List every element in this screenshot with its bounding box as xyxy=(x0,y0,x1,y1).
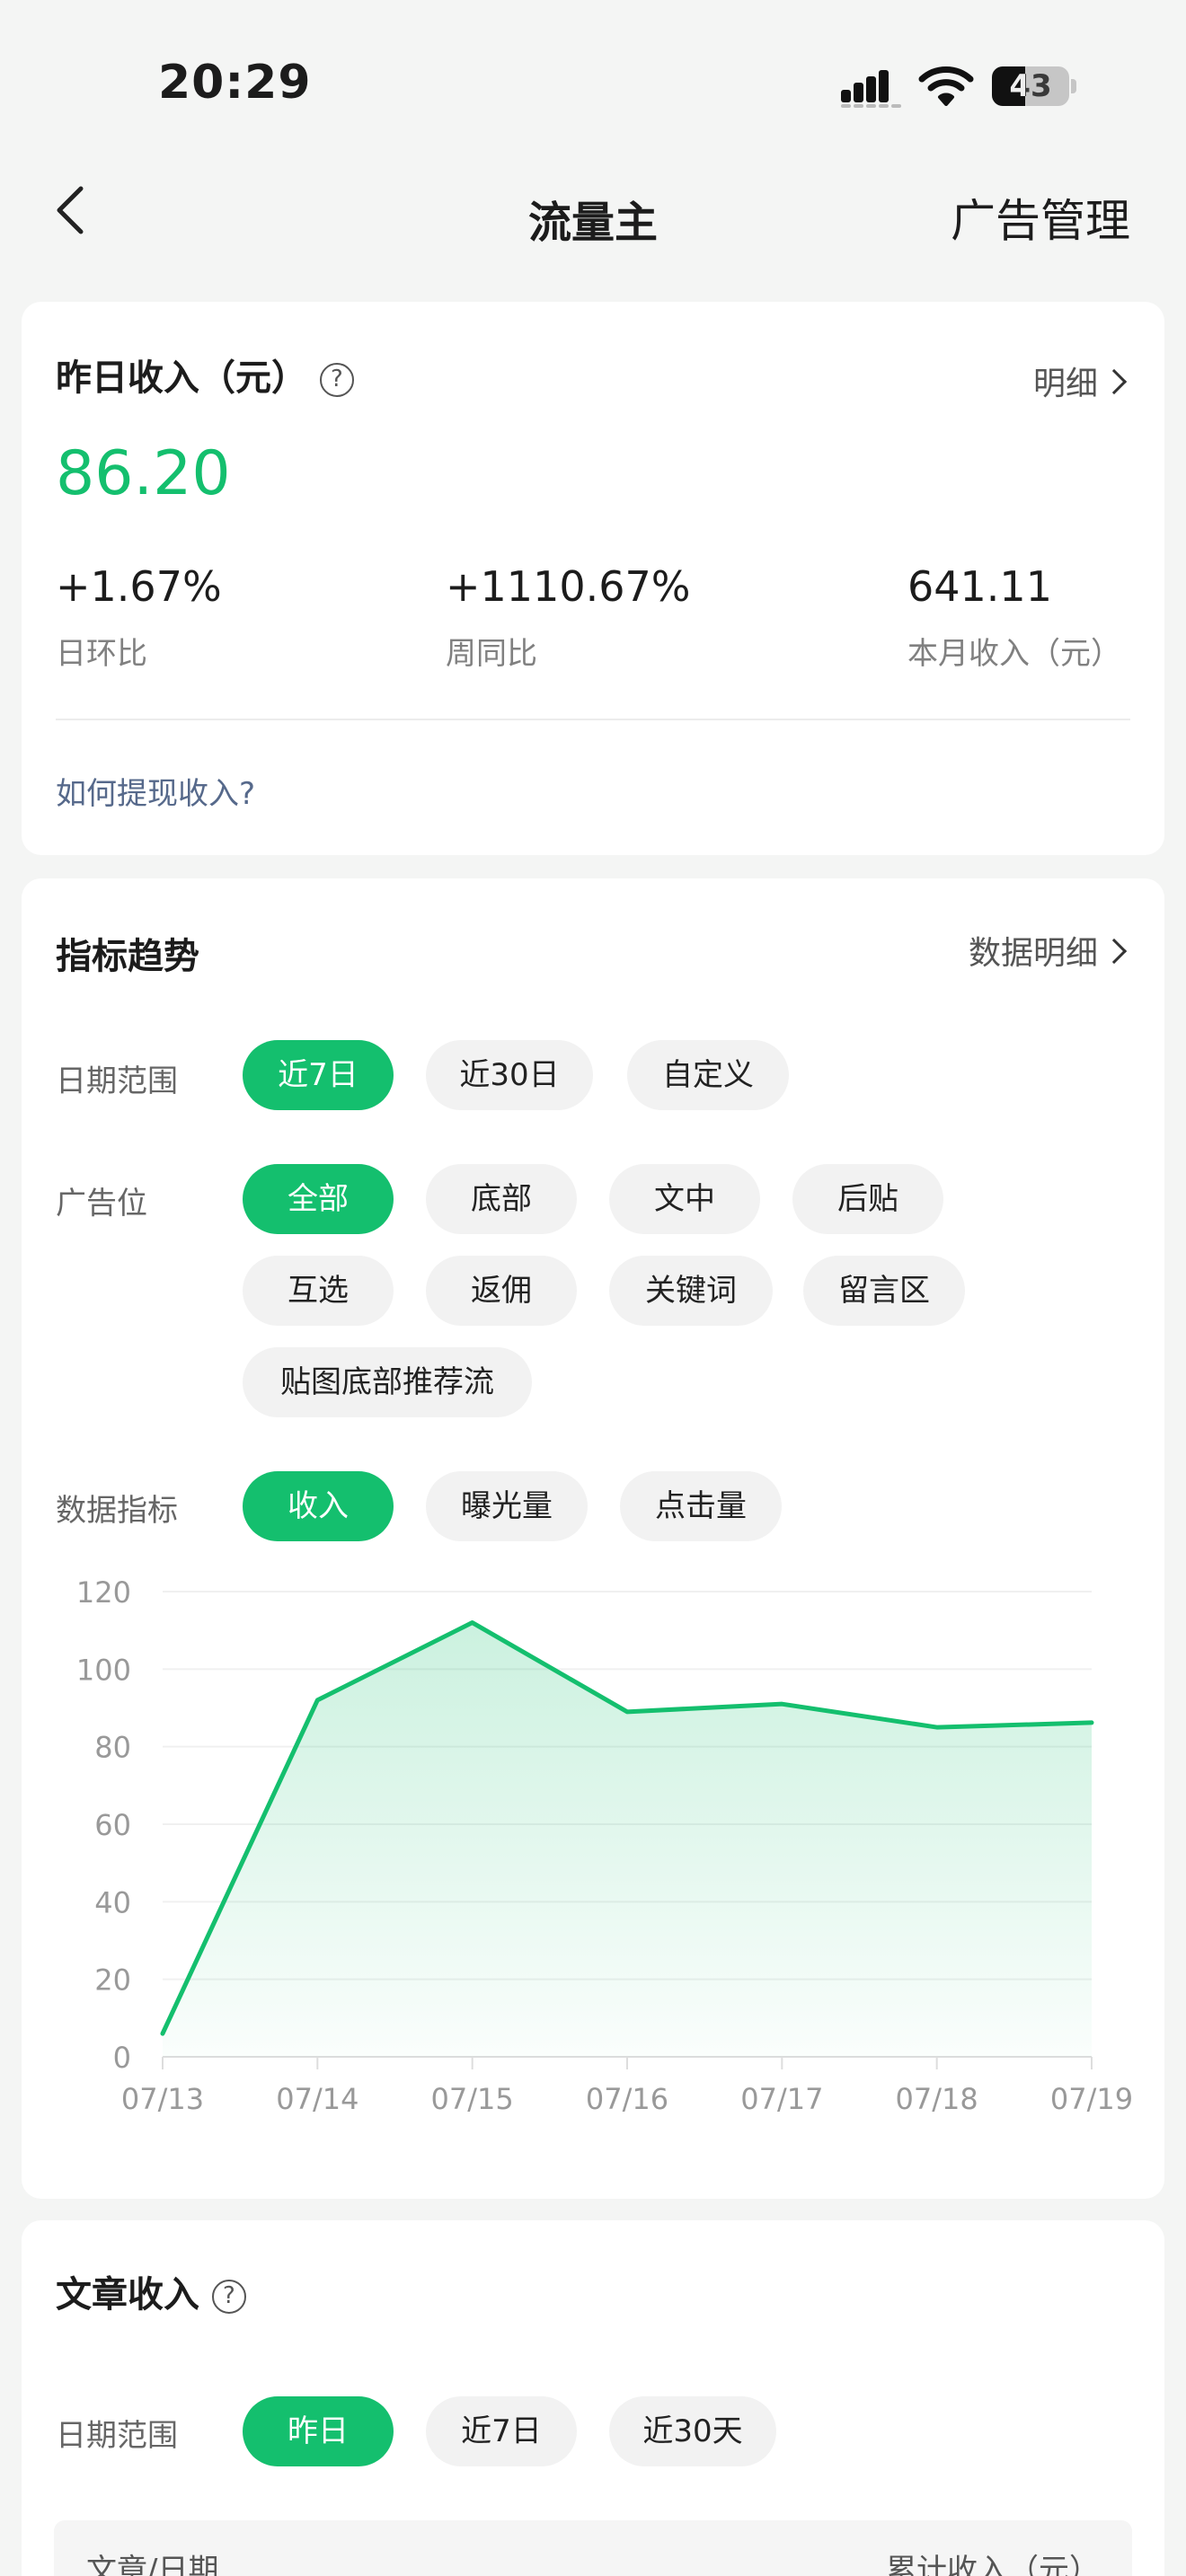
help-icon[interactable]: ? xyxy=(211,2280,246,2314)
y-tick-label: 100 xyxy=(76,1653,131,1687)
chip-ad-post-roll[interactable]: 后贴 xyxy=(792,1164,943,1234)
metric-week-over-week: +1110.67% 周同比 xyxy=(446,562,691,672)
chip-metric-impressions[interactable]: 曝光量 xyxy=(426,1471,588,1541)
data-metric-label: 数据指标 xyxy=(56,1493,178,1529)
x-tick-label: 07/17 xyxy=(740,2082,823,2116)
chip-last-7-days[interactable]: 近7日 xyxy=(243,1040,394,1110)
income-trend-chart: 0 20 40 60 80 100 120 07/13 07/14 07/15 07/16 07/17… xyxy=(76,1579,1133,2116)
help-icon[interactable]: ? xyxy=(319,363,354,397)
trend-title: 指标趋势 xyxy=(56,936,199,977)
chip-ad-image-bottom-feed[interactable]: 贴图底部推荐流 xyxy=(243,1347,532,1417)
chevron-right-icon xyxy=(1101,368,1128,395)
x-tick-label: 07/16 xyxy=(586,2082,668,2116)
chip-ad-keyword[interactable]: 关键词 xyxy=(609,1256,773,1326)
status-time: 20:29 xyxy=(158,56,312,110)
x-tick-label: 07/19 xyxy=(1050,2082,1133,2116)
x-tick-label: 07/13 xyxy=(121,2082,204,2116)
data-detail-link[interactable]: 数据明细 xyxy=(969,927,1128,974)
x-tick-label: 07/15 xyxy=(431,2082,514,2116)
chip-custom-range[interactable]: 自定义 xyxy=(627,1040,789,1110)
withdraw-help-link[interactable]: 如何提现收入? xyxy=(56,769,255,813)
y-tick-label: 120 xyxy=(76,1579,131,1610)
x-tick-label: 07/14 xyxy=(276,2082,358,2116)
yesterday-income-card: 昨日收入（元） ? 明细 86.20 +1.67% 日环比 +1110.67% … xyxy=(22,302,1164,855)
y-tick-label: 0 xyxy=(113,2041,131,2075)
column-total-income[interactable]: 累计收入（元） xyxy=(886,2545,1100,2576)
income-detail-link[interactable]: 明细 xyxy=(1033,357,1128,404)
article-table-header: 文章/日期 累计收入（元） xyxy=(54,2520,1132,2576)
metric-month-income: 641.11 本月收入（元） xyxy=(907,562,1121,672)
chip-ad-bottom[interactable]: 底部 xyxy=(426,1164,577,1234)
series-area xyxy=(163,1622,1092,2057)
chip-article-30-days[interactable]: 近30天 xyxy=(609,2396,776,2466)
y-tick-label: 20 xyxy=(94,1963,131,1998)
wifi-icon xyxy=(918,66,974,106)
y-tick-label: 80 xyxy=(94,1731,131,1765)
ad-slot-label: 广告位 xyxy=(56,1186,147,1222)
metric-day-over-day: +1.67% 日环比 xyxy=(56,562,222,672)
y-tick-label: 40 xyxy=(94,1885,131,1919)
article-income-card: 文章收入 ? 日期范围 昨日 近7日 近30天 文章/日期 累计收入（元） xyxy=(22,2220,1164,2576)
chip-ad-mutual-select[interactable]: 互选 xyxy=(243,1256,394,1326)
date-range-label: 日期范围 xyxy=(56,1063,178,1099)
status-bar: 20:29 43 xyxy=(0,0,1186,162)
article-income-title: 文章收入 ? xyxy=(56,2265,246,2317)
yesterday-income-title: 昨日收入（元） ? xyxy=(56,348,354,401)
yesterday-income-amount: 86.20 xyxy=(56,438,231,509)
trend-card: 指标趋势 数据明细 日期范围 近7日 近30日 自定义 广告位 全部 底部 文中… xyxy=(22,878,1164,2199)
divider xyxy=(56,719,1130,720)
chevron-right-icon xyxy=(1101,938,1128,965)
y-tick-label: 60 xyxy=(94,1808,131,1842)
chip-ad-commission[interactable]: 返佣 xyxy=(426,1256,577,1326)
x-tick-label: 07/18 xyxy=(896,2082,978,2116)
cellular-signal-icon xyxy=(841,70,901,108)
chip-ad-in-article[interactable]: 文中 xyxy=(609,1164,760,1234)
battery-icon: 43 xyxy=(992,66,1076,106)
article-date-range-label: 日期范围 xyxy=(56,2418,178,2454)
column-article-date[interactable]: 文章/日期 xyxy=(86,2545,218,2576)
chip-article-7-days[interactable]: 近7日 xyxy=(426,2396,577,2466)
chip-metric-clicks[interactable]: 点击量 xyxy=(620,1471,782,1541)
chip-ad-comment-area[interactable]: 留言区 xyxy=(803,1256,965,1326)
chip-last-30-days[interactable]: 近30日 xyxy=(426,1040,593,1110)
chip-metric-income[interactable]: 收入 xyxy=(243,1471,394,1541)
nav-bar: 流量主 广告管理 xyxy=(0,162,1186,260)
chip-yesterday[interactable]: 昨日 xyxy=(243,2396,394,2466)
ad-management-button[interactable]: 广告管理 xyxy=(951,185,1130,250)
chip-ad-all[interactable]: 全部 xyxy=(243,1164,394,1234)
